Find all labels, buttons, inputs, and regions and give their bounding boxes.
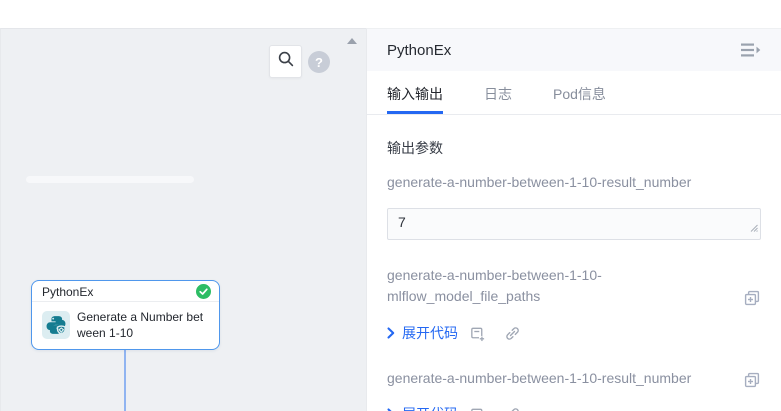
success-check-icon: [196, 284, 211, 299]
workflow-node-pythonex[interactable]: PythonEx: [31, 280, 220, 350]
node-title: PythonEx: [42, 285, 93, 299]
param-name: generate-a-number-between-1-10-mlflow_mo…: [387, 265, 729, 307]
param-group: generate-a-number-between-1-10-mlflow_mo…: [387, 265, 761, 343]
param-name: generate-a-number-between-1-10-result_nu…: [387, 368, 729, 389]
param-value-textarea[interactable]: 7: [387, 208, 761, 240]
expand-code-link[interactable]: 展开代码: [402, 323, 458, 343]
copy-link-button[interactable]: [504, 325, 521, 342]
tab-input-output[interactable]: 输入输出: [387, 71, 443, 114]
edge-line: [124, 350, 126, 411]
chevron-right-icon: [387, 327, 395, 339]
section-title-output-params: 输出参数: [387, 138, 761, 158]
node-body: Generate a Number between 1-10: [32, 302, 219, 341]
node-subtitle: Generate a Number between 1-10: [77, 309, 211, 341]
expand-code-link[interactable]: 展开代码: [402, 404, 458, 411]
param-group: generate-a-number-between-1-10-result_nu…: [387, 368, 761, 411]
copy-button[interactable]: [743, 371, 761, 389]
document-plus-icon: [469, 406, 486, 411]
duplicate-button[interactable]: [469, 325, 486, 342]
question-mark-icon: ?: [315, 55, 323, 70]
node-header: PythonEx: [32, 281, 219, 302]
collapse-panel-button[interactable]: [741, 42, 761, 58]
menu-unfold-icon: [741, 42, 761, 58]
copy-link-button[interactable]: [504, 406, 521, 411]
python-icon: [42, 311, 70, 339]
duplicate-button[interactable]: [469, 406, 486, 411]
details-panel: PythonEx 输入输出 日志 Pod信息 输出参数 generate-a-n…: [366, 28, 781, 411]
workflow-canvas[interactable]: ? PythonEx: [0, 28, 366, 411]
tab-logs[interactable]: 日志: [484, 71, 512, 114]
faded-artifact: [26, 176, 194, 183]
copy-button[interactable]: [743, 289, 761, 307]
document-plus-icon: [469, 325, 486, 342]
copy-icon: [743, 289, 761, 307]
panel-tabs: 输入输出 日志 Pod信息: [367, 71, 781, 115]
tab-pod-info[interactable]: Pod信息: [553, 71, 606, 114]
search-icon: [277, 50, 295, 73]
param-name: generate-a-number-between-1-10-result_nu…: [387, 172, 761, 193]
param-value-wrap: 7: [387, 208, 761, 240]
link-icon: [504, 406, 521, 411]
app-window: ? PythonEx: [0, 0, 781, 411]
panel-title: PythonEx: [387, 42, 451, 59]
panel-content: 输出参数 generate-a-number-between-1-10-resu…: [367, 138, 781, 411]
link-icon: [504, 325, 521, 342]
copy-icon: [743, 371, 761, 389]
search-button[interactable]: [269, 45, 302, 78]
help-button[interactable]: ?: [308, 51, 330, 73]
panel-header: PythonEx: [367, 29, 781, 71]
scroll-up-arrow-icon[interactable]: [347, 38, 357, 44]
